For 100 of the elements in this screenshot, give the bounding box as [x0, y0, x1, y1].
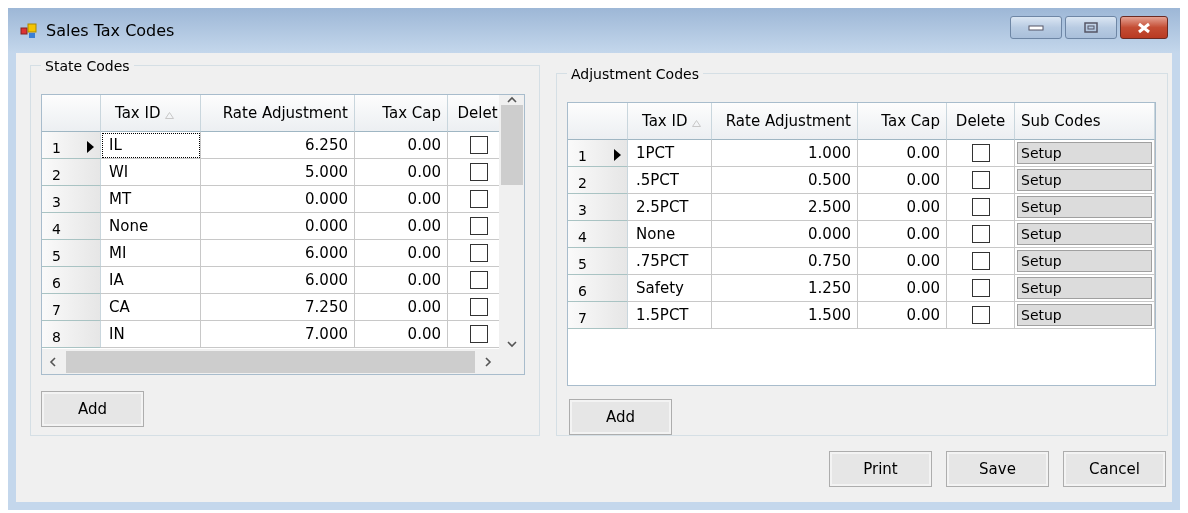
table-cell[interactable]: 1.000	[712, 140, 858, 167]
scroll-up-icon[interactable]	[506, 95, 517, 105]
table-cell[interactable]: IN	[101, 321, 201, 348]
table-cell[interactable]: IL	[101, 132, 201, 159]
table-cell[interactable]: 0.00	[858, 167, 947, 194]
table-cell[interactable]: 0.00	[858, 275, 947, 302]
delete-checkbox[interactable]	[470, 217, 488, 235]
column-header[interactable]: Rate Adjustment	[201, 95, 355, 132]
row-header[interactable]: 1	[42, 132, 101, 159]
column-header[interactable]: Tax ID	[628, 103, 712, 140]
table-cell[interactable]: None	[101, 213, 201, 240]
delete-checkbox[interactable]	[971, 252, 990, 270]
table-cell[interactable]: 6.250	[201, 132, 355, 159]
data-grid[interactable]: Tax ID Rate Adjustment Tax Cap Delet 1 IL 6.250 0.00 2 WI 5.000 0.00 3 MT 0.000 0.00 4 None 0.000 0.00 5 MI 6.000 0.00 6 IA 6.000 0.00 7 CA 7.250 0.00 8 IN 7.000 0.00	[41, 94, 525, 375]
delete-checkbox[interactable]	[470, 298, 488, 316]
delete-checkbox[interactable]	[971, 198, 990, 216]
delete-checkbox[interactable]	[470, 271, 488, 289]
close-button[interactable]	[1120, 16, 1168, 39]
table-cell[interactable]: 7.250	[201, 294, 355, 321]
table-cell[interactable]: 0.00	[355, 321, 448, 348]
delete-checkbox[interactable]	[470, 244, 488, 262]
table-cell[interactable]: .75PCT	[628, 248, 712, 275]
vertical-scrollbar[interactable]	[499, 95, 524, 349]
table-cell[interactable]: 0.00	[355, 267, 448, 294]
table-cell[interactable]: 0.000	[712, 221, 858, 248]
table-cell[interactable]: 0.00	[858, 194, 947, 221]
dialog-button[interactable]: Print	[829, 451, 932, 487]
row-header[interactable]: 3	[42, 186, 101, 213]
setup-button[interactable]: Setup	[1017, 169, 1152, 191]
delete-checkbox[interactable]	[470, 325, 488, 343]
column-header[interactable]: Rate Adjustment	[712, 103, 858, 140]
table-cell[interactable]: 1.5PCT	[628, 302, 712, 329]
table-cell[interactable]: 7.000	[201, 321, 355, 348]
table-cell[interactable]: 2.5PCT	[628, 194, 712, 221]
column-header[interactable]: Sub Codes	[1015, 103, 1155, 140]
setup-button[interactable]: Setup	[1017, 196, 1152, 218]
table-cell[interactable]: Safety	[628, 275, 712, 302]
table-cell[interactable]: 0.00	[355, 132, 448, 159]
table-cell[interactable]: WI	[101, 159, 201, 186]
row-header[interactable]: 4	[42, 213, 101, 240]
delete-checkbox[interactable]	[971, 171, 990, 189]
column-header[interactable]: Delet	[448, 95, 499, 132]
table-cell[interactable]: MI	[101, 240, 201, 267]
table-cell[interactable]: 0.00	[858, 302, 947, 329]
table-cell[interactable]: 1.250	[712, 275, 858, 302]
table-cell[interactable]: 1.500	[712, 302, 858, 329]
table-cell[interactable]: 0.000	[201, 213, 355, 240]
table-cell[interactable]: CA	[101, 294, 201, 321]
row-header[interactable]: 3	[568, 194, 628, 221]
table-cell[interactable]: 0.000	[201, 186, 355, 213]
add-button[interactable]: Add	[569, 399, 672, 435]
row-header[interactable]: 8	[42, 321, 101, 348]
scroll-down-icon[interactable]	[506, 339, 517, 349]
data-grid[interactable]	[567, 102, 1156, 386]
table-cell[interactable]: 1PCT	[628, 140, 712, 167]
table-cell[interactable]: None	[628, 221, 712, 248]
table-cell[interactable]: 0.00	[355, 186, 448, 213]
setup-button[interactable]: Setup	[1017, 277, 1152, 299]
table-cell[interactable]: 2.500	[712, 194, 858, 221]
table-cell[interactable]: IA	[101, 267, 201, 294]
delete-checkbox[interactable]	[470, 163, 488, 181]
column-header[interactable]: Tax ID	[101, 95, 201, 132]
table-cell[interactable]: 0.750	[712, 248, 858, 275]
row-header[interactable]: 6	[568, 275, 628, 302]
dialog-button[interactable]: Save	[946, 451, 1049, 487]
scroll-right-icon[interactable]	[483, 356, 493, 367]
row-header[interactable]: 4	[568, 221, 628, 248]
horizontal-scrollbar[interactable]	[42, 349, 499, 374]
delete-checkbox[interactable]	[971, 306, 990, 324]
table-cell[interactable]: 0.00	[858, 140, 947, 167]
row-header[interactable]: 2	[568, 167, 628, 194]
table-cell[interactable]: 0.00	[858, 248, 947, 275]
column-header[interactable]: Tax Cap	[355, 95, 448, 132]
column-header[interactable]: Delete	[947, 103, 1015, 140]
table-cell[interactable]: 0.00	[858, 221, 947, 248]
row-header[interactable]: 7	[42, 294, 101, 321]
setup-button[interactable]: Setup	[1017, 223, 1152, 245]
column-header[interactable]: Tax Cap	[858, 103, 947, 140]
row-header[interactable]: 5	[568, 248, 628, 275]
table-cell[interactable]: 5.000	[201, 159, 355, 186]
delete-checkbox[interactable]	[470, 136, 488, 154]
scroll-left-icon[interactable]	[48, 356, 58, 367]
table-cell[interactable]: 6.000	[201, 240, 355, 267]
maximize-button[interactable]	[1065, 16, 1117, 39]
row-header[interactable]: 2	[42, 159, 101, 186]
table-cell[interactable]: 0.500	[712, 167, 858, 194]
minimize-button[interactable]	[1010, 16, 1062, 39]
row-header[interactable]: 7	[568, 302, 628, 329]
setup-button[interactable]: Setup	[1017, 304, 1152, 326]
dialog-button[interactable]: Cancel	[1063, 451, 1166, 487]
table-cell[interactable]: .5PCT	[628, 167, 712, 194]
table-cell[interactable]: MT	[101, 186, 201, 213]
delete-checkbox[interactable]	[470, 190, 488, 208]
table-cell[interactable]: 0.00	[355, 294, 448, 321]
delete-checkbox[interactable]	[971, 225, 990, 243]
row-header[interactable]: 1	[568, 140, 628, 167]
table-cell[interactable]: 6.000	[201, 267, 355, 294]
row-header[interactable]: 5	[42, 240, 101, 267]
table-cell[interactable]: 0.00	[355, 159, 448, 186]
row-header[interactable]: 6	[42, 267, 101, 294]
